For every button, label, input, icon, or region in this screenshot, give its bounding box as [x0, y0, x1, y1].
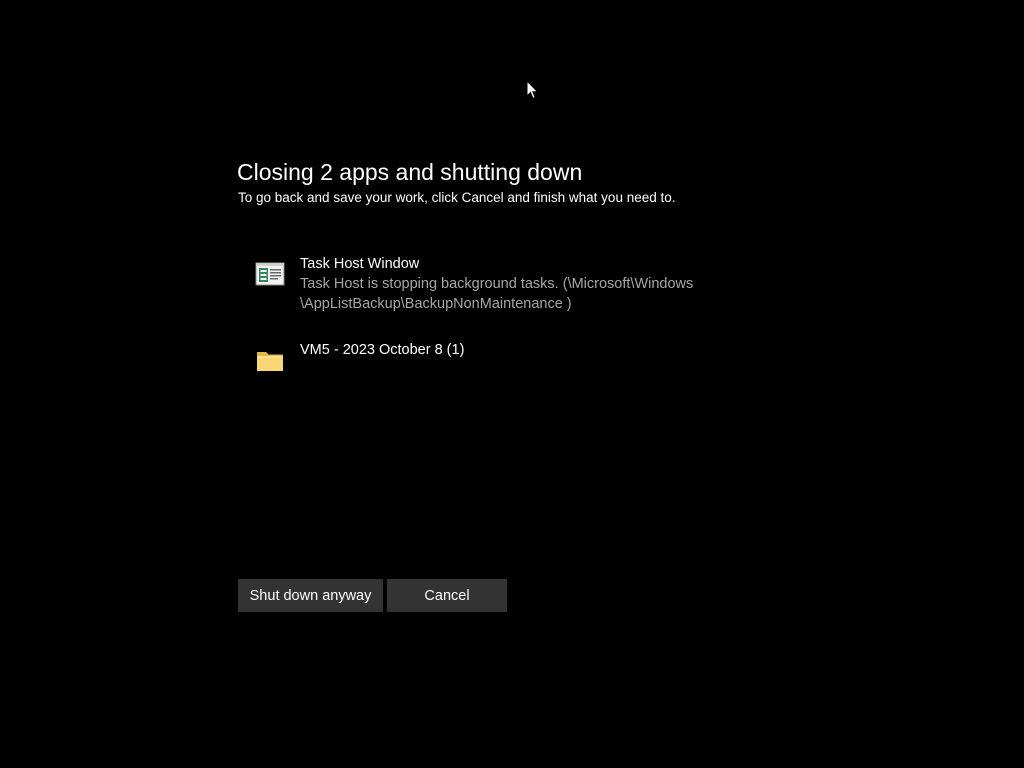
mouse-cursor-icon [526, 80, 539, 100]
app-description-line1: Task Host is stopping background tasks. … [300, 276, 694, 292]
dialog-title: Closing 2 apps and shutting down [237, 159, 583, 185]
app-name: Task Host Window [300, 256, 420, 272]
app-name: VM5 - 2023 October 8 (1) [300, 342, 465, 358]
task-host-window-icon [255, 262, 285, 286]
shut-down-anyway-button[interactable]: Shut down anyway [238, 579, 383, 612]
app-description-line2: \AppListBackup\BackupNonMaintenance ) [300, 296, 572, 312]
button-row: Shut down anyway Cancel [238, 579, 507, 612]
dialog-subtitle: To go back and save your work, click Can… [238, 190, 676, 205]
app-list: Task Host Window Task Host is stopping b… [254, 254, 774, 376]
folder-icon [257, 352, 283, 371]
list-item-task-host-window: Task Host Window Task Host is stopping b… [254, 254, 774, 314]
cancel-button[interactable]: Cancel [387, 579, 507, 612]
shutdown-screen: Closing 2 apps and shutting down To go b… [0, 0, 1024, 768]
list-item-vm5-folder: VM5 - 2023 October 8 (1) [254, 340, 774, 376]
